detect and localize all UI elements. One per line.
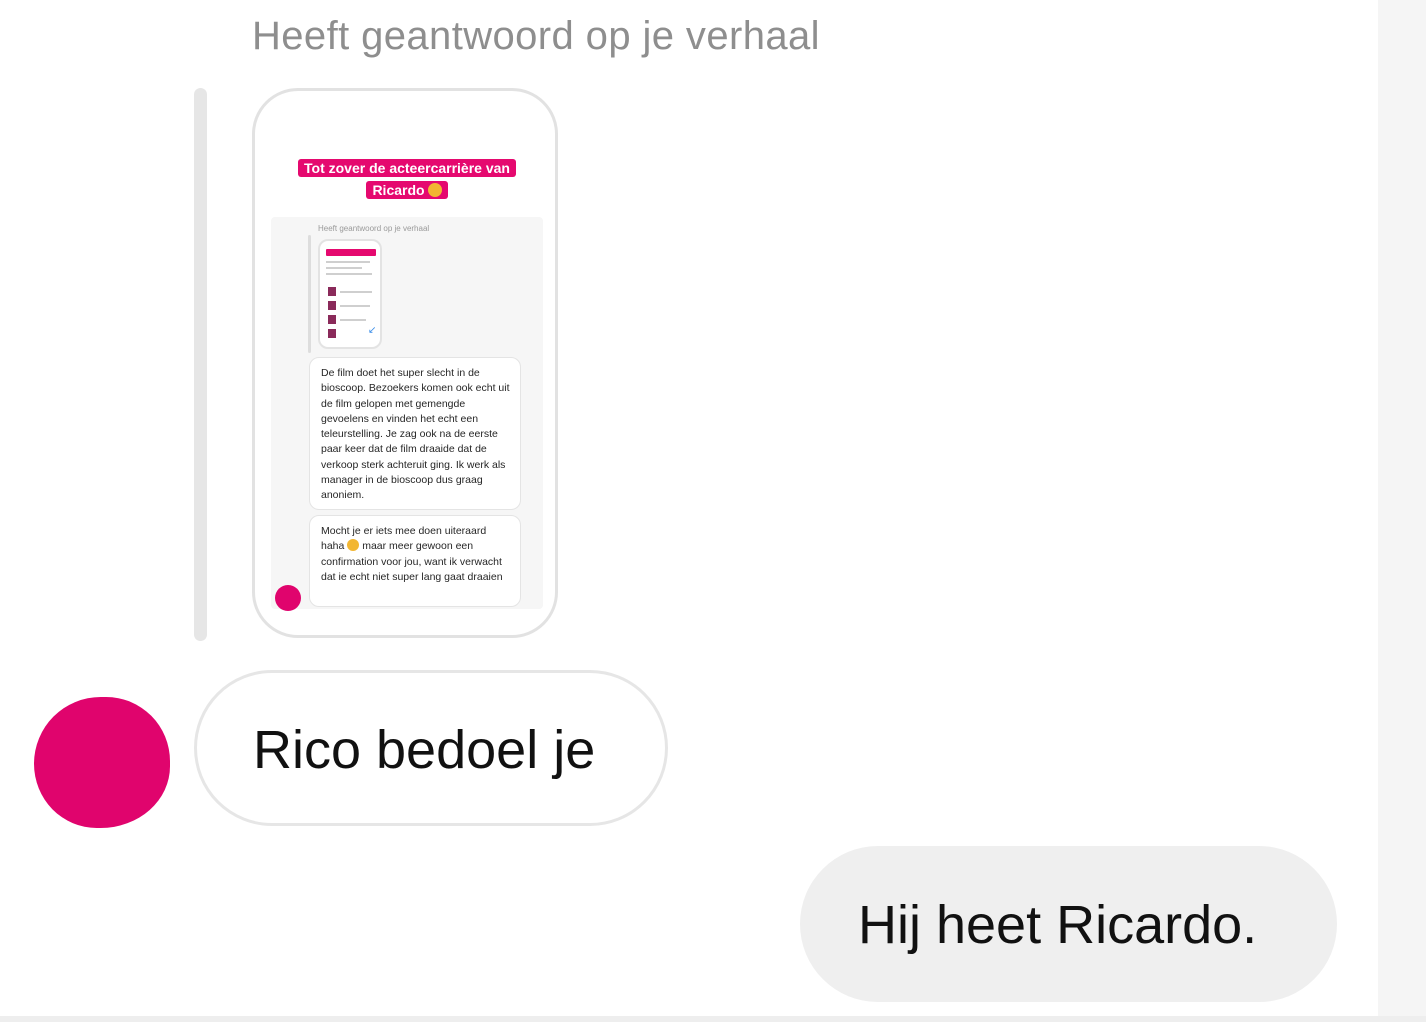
mini-line xyxy=(326,267,362,269)
mini-line xyxy=(340,291,372,293)
chat-thread: Heeft geantwoord op je verhaal Tot zover… xyxy=(0,0,1378,1016)
mini-line xyxy=(340,305,370,307)
story-preview-card[interactable]: Tot zover de acteercarrière van Ricardo … xyxy=(252,88,558,638)
story-message-2: Mocht je er iets mee doen uiteraard haha… xyxy=(309,515,521,607)
mini-line xyxy=(326,261,370,263)
mini-line xyxy=(340,319,366,321)
outgoing-message-text: Hij heet Ricardo. xyxy=(858,895,1258,955)
mini-thumb xyxy=(328,315,336,324)
incoming-message-text: Rico bedoel je xyxy=(253,720,596,780)
mini-quote-bar xyxy=(308,235,311,353)
story-screenshot: Heeft geantwoord op je verhaal ↙ De film… xyxy=(271,217,543,611)
mini-thumb xyxy=(328,329,336,338)
sender-avatar[interactable] xyxy=(34,697,170,828)
mini-line xyxy=(326,273,372,275)
mini-thumb xyxy=(328,301,336,310)
laughing-emoji-icon xyxy=(347,539,360,552)
mini-story-thumbnail: ↙ xyxy=(318,239,382,349)
story-title-line2: Ricardo xyxy=(372,182,425,198)
outgoing-message-bubble[interactable]: Hij heet Ricardo. xyxy=(800,846,1337,1002)
arrow-icon: ↙ xyxy=(368,325,377,336)
laughing-emoji-icon xyxy=(427,183,442,197)
incoming-message-bubble[interactable]: Rico bedoel je xyxy=(194,670,668,826)
story-title-line1: Tot zover de acteercarrière van xyxy=(298,159,516,177)
mini-thumb xyxy=(328,287,336,296)
mini-story-title xyxy=(326,249,376,256)
quote-bar xyxy=(194,88,207,641)
story-reply-caption: Heeft geantwoord op je verhaal xyxy=(252,14,820,58)
mini-reply-caption: Heeft geantwoord op je verhaal xyxy=(318,224,430,233)
scrollbar-track xyxy=(1378,0,1426,1022)
bottom-divider xyxy=(0,1016,1426,1022)
mini-avatar xyxy=(275,585,301,611)
story-message-1: De film doet het super slecht in de bios… xyxy=(309,357,521,510)
story-title: Tot zover de acteercarrière van Ricardo xyxy=(279,157,535,201)
